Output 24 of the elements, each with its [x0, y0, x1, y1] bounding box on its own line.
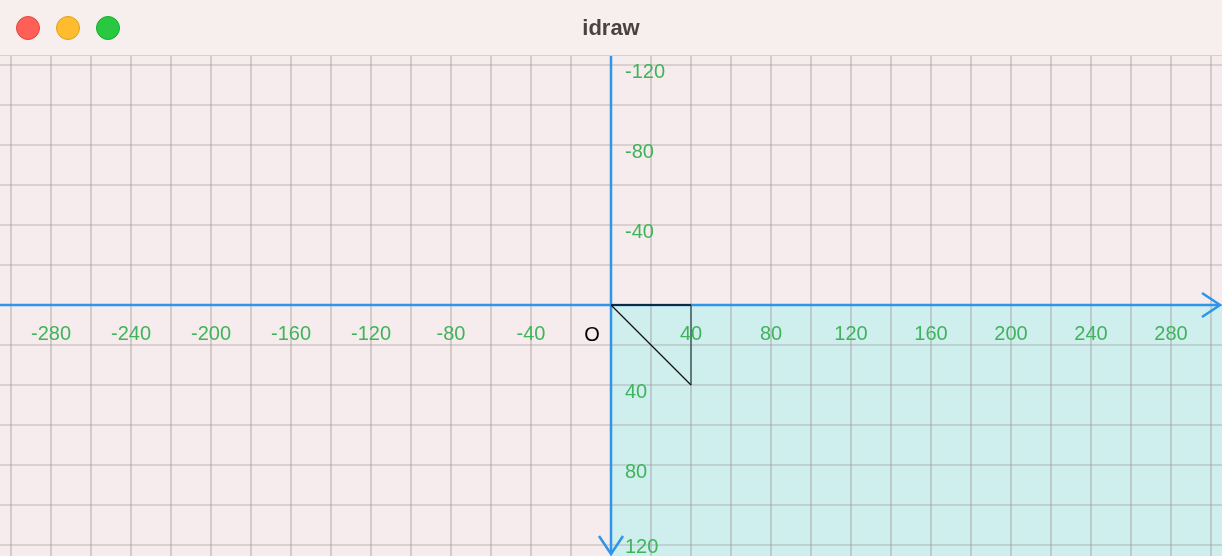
x-axis-label: -40	[516, 322, 546, 344]
x-axis-label: -240	[111, 322, 151, 344]
y-axis-label: 120	[625, 535, 659, 556]
y-axis-label: 40	[625, 380, 648, 402]
origin-label: O	[584, 323, 600, 345]
x-axis-label: -160	[271, 322, 311, 344]
x-axis-label: -200	[191, 322, 231, 344]
zoom-button[interactable]	[96, 15, 120, 40]
x-axis-label: 240	[1074, 322, 1108, 344]
x-axis-label: -280	[31, 322, 71, 344]
close-button[interactable]	[16, 15, 40, 40]
x-axis-label: -80	[436, 322, 466, 344]
x-axis-label: 160	[914, 322, 948, 344]
minimize-button[interactable]	[56, 15, 80, 40]
x-axis-label: 80	[759, 322, 783, 344]
y-axis-label: -80	[625, 140, 654, 162]
window-title: idraw	[582, 14, 640, 40]
y-axis-label: 80	[625, 460, 648, 482]
y-axis-label: -40	[625, 220, 654, 242]
y-axis-label: -120	[625, 60, 666, 82]
x-axis-label: -120	[351, 322, 391, 344]
x-axis-label: 120	[834, 322, 868, 344]
x-axis-label: 280	[1154, 322, 1188, 344]
x-axis-label: 200	[994, 322, 1028, 344]
